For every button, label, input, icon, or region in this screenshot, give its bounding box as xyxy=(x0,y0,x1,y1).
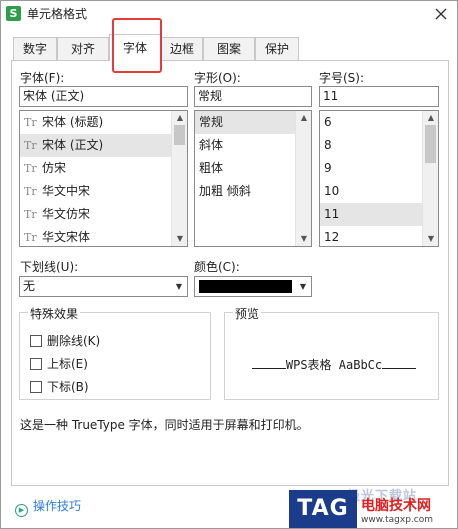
font-list-scrollbar[interactable]: ▲ ▼ xyxy=(171,111,187,246)
tag-logo: TAG xyxy=(289,490,357,528)
checkbox-box[interactable] xyxy=(30,381,42,393)
scroll-thumb[interactable] xyxy=(174,125,185,145)
scroll-down-icon[interactable]: ▼ xyxy=(426,234,436,244)
list-item[interactable]: 8 xyxy=(320,134,423,157)
style-list-scrollbar[interactable]: ▲ ▼ xyxy=(295,111,311,246)
list-item[interactable]: 12 xyxy=(320,226,423,246)
list-item[interactable]: 10 xyxy=(320,180,423,203)
tab-border[interactable]: 边框 xyxy=(161,37,203,60)
close-button[interactable] xyxy=(431,4,451,24)
list-item[interactable]: Tr 华文中宋 xyxy=(20,180,172,203)
list-item[interactable]: Tr 华文仿宋 xyxy=(20,203,172,226)
checkbox-box[interactable] xyxy=(30,358,42,370)
effects-legend: 特殊效果 xyxy=(28,305,81,322)
truetype-icon: Tr xyxy=(24,139,37,152)
title-bar: S 单元格格式 xyxy=(1,1,457,27)
list-item[interactable]: Tr 仿宋 xyxy=(20,157,172,180)
checkbox-box[interactable] xyxy=(30,335,42,347)
play-circle-icon: ▶ xyxy=(15,504,28,517)
underline-select[interactable]: 无 ▼ xyxy=(19,276,188,297)
style-list[interactable]: 常规 斜体 粗体 加粗 倾斜 ▲ ▼ xyxy=(194,110,312,247)
tips-link[interactable]: ▶ 操作技巧 xyxy=(15,497,81,517)
scroll-thumb[interactable] xyxy=(425,125,436,163)
color-swatch xyxy=(199,280,292,293)
style-label: 字形(O): xyxy=(194,71,241,85)
font-label: 字体(F): xyxy=(20,71,65,85)
truetype-icon: Tr xyxy=(24,116,37,129)
scroll-up-icon[interactable]: ▲ xyxy=(175,113,185,123)
list-item-selected[interactable]: 11 xyxy=(320,203,423,226)
truetype-icon: Tr xyxy=(24,162,37,175)
font-input[interactable]: 宋体 (正文) xyxy=(19,86,188,107)
close-icon xyxy=(435,8,447,20)
superscript-checkbox[interactable]: 上标(E) xyxy=(30,356,88,372)
dialog-title: 单元格格式 xyxy=(27,7,88,21)
preview-legend: 预览 xyxy=(233,305,262,322)
size-input[interactable]: 11 xyxy=(319,86,439,107)
scroll-down-icon[interactable]: ▼ xyxy=(299,234,309,244)
color-select[interactable]: ▼ xyxy=(194,276,312,297)
truetype-icon: Tr xyxy=(24,231,37,244)
tab-protection[interactable]: 保护 xyxy=(255,37,299,60)
effects-group: 特殊效果 删除线(K) 上标(E) 下标(B) xyxy=(19,305,211,400)
chevron-down-icon[interactable]: ▼ xyxy=(171,277,187,296)
chevron-down-icon[interactable]: ▼ xyxy=(295,277,311,296)
font-description: 这是一种 TrueType 字体，同时适用于屏幕和打印机。 xyxy=(20,418,309,432)
style-input[interactable]: 常规 xyxy=(194,86,312,107)
list-item[interactable]: 粗体 xyxy=(195,157,296,180)
list-item[interactable]: Tr 宋体 (标题) xyxy=(20,111,172,134)
preview-underline-left xyxy=(251,357,286,369)
watermark-url: www.tagxp.com xyxy=(361,515,433,525)
strikethrough-checkbox[interactable]: 删除线(K) xyxy=(30,333,100,349)
watermark-site-name: 电脑技术网 xyxy=(361,498,431,514)
scroll-up-icon[interactable]: ▲ xyxy=(299,113,309,123)
underline-value: 无 xyxy=(23,279,36,293)
font-tab-panel: 字体(F): 宋体 (正文) Tr 宋体 (标题) Tr 宋体 (正文) Tr 仿宋 … xyxy=(11,60,449,486)
tips-label: 操作技巧 xyxy=(33,499,82,513)
list-item[interactable]: 斜体 xyxy=(195,134,296,157)
size-list[interactable]: 6 8 9 10 11 12 ▲ ▼ xyxy=(319,110,439,247)
scroll-down-icon[interactable]: ▼ xyxy=(175,234,185,244)
wps-spreadsheet-icon: S xyxy=(6,6,21,21)
color-label: 颜色(C): xyxy=(194,260,240,274)
preview-sample: WPS表格 AaBbCc xyxy=(233,355,435,375)
truetype-icon: Tr xyxy=(24,208,37,221)
list-item[interactable]: 9 xyxy=(320,157,423,180)
subscript-checkbox[interactable]: 下标(B) xyxy=(30,379,89,395)
truetype-icon: Tr xyxy=(24,185,37,198)
list-item[interactable]: Tr 华文宋体 xyxy=(20,226,172,246)
list-item-selected[interactable]: Tr 宋体 (正文) xyxy=(20,134,172,157)
preview-group: 预览 WPS表格 AaBbCc xyxy=(224,305,439,400)
preview-underline-right xyxy=(382,357,417,369)
tab-number[interactable]: 数字 xyxy=(13,37,57,60)
preview-text: WPS表格 AaBbCc xyxy=(285,358,383,372)
list-item[interactable]: 加粗 倾斜 xyxy=(195,180,296,203)
tab-font[interactable]: 字体 xyxy=(109,34,161,61)
scroll-up-icon[interactable]: ▲ xyxy=(426,113,436,123)
size-label: 字号(S): xyxy=(319,71,365,85)
tab-alignment[interactable]: 对齐 xyxy=(57,37,109,60)
tab-pattern[interactable]: 图案 xyxy=(203,37,255,60)
list-item[interactable]: 6 xyxy=(320,111,423,134)
tab-strip: 数字 对齐 字体 边框 图案 保护 xyxy=(11,34,451,61)
font-list[interactable]: Tr 宋体 (标题) Tr 宋体 (正文) Tr 仿宋 Tr 华文中宋 Tr 华文仿宋 T… xyxy=(19,110,188,247)
list-item-selected[interactable]: 常规 xyxy=(195,111,296,134)
underline-label: 下划线(U): xyxy=(20,260,79,274)
size-list-scrollbar[interactable]: ▲ ▼ xyxy=(422,111,438,246)
format-cells-dialog: S 单元格格式 数字 对齐 字体 边框 图案 保护 字体(F): 宋体 (正文)… xyxy=(0,0,458,529)
